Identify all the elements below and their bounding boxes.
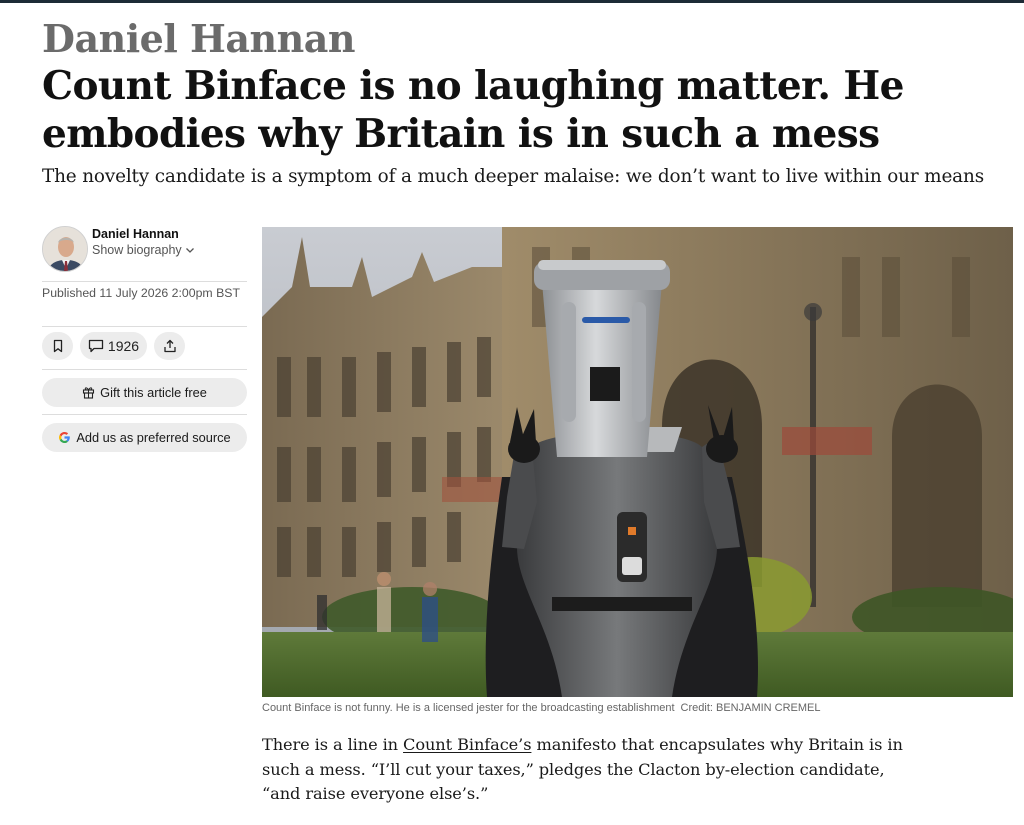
save-button[interactable]: [42, 332, 73, 360]
article-headline: Count Binface is no laughing matter. He …: [42, 63, 904, 157]
author-name[interactable]: Daniel Hannan: [92, 227, 179, 241]
article-actions: 1926: [42, 332, 185, 360]
author-byline: Daniel Hannan Show biography: [42, 226, 247, 274]
author-avatar[interactable]: [42, 226, 88, 272]
gift-icon: [83, 387, 95, 399]
published-date: Published 11 July 2026 2:00pm BST: [42, 286, 241, 300]
bookmark-icon: [53, 339, 62, 353]
gift-article-label: Gift this article free: [100, 385, 207, 400]
preferred-source-label: Add us as preferred source: [76, 430, 231, 445]
article-standfirst: The novelty candidate is a symptom of a …: [42, 166, 984, 187]
comments-button[interactable]: 1926: [80, 332, 147, 360]
sidebar-divider: [42, 281, 247, 282]
gift-article-button[interactable]: Gift this article free: [42, 378, 247, 407]
author-kicker[interactable]: Daniel Hannan: [42, 16, 356, 62]
body-text-lead: There is a line in: [262, 735, 404, 754]
sidebar-divider: [42, 414, 247, 415]
sidebar-divider: [42, 326, 247, 327]
comment-count: 1926: [107, 338, 140, 354]
share-button[interactable]: [154, 332, 185, 360]
article-body-paragraph: There is a line in Count Binface’s manif…: [262, 733, 922, 807]
google-g-icon: [59, 432, 71, 443]
hero-photo: [262, 227, 1013, 697]
preferred-source-button[interactable]: Add us as preferred source: [42, 423, 247, 452]
show-biography-label: Show biography: [92, 243, 182, 257]
image-credit: Credit: BENJAMIN CREMEL: [680, 702, 821, 714]
comment-icon: [88, 339, 104, 353]
top-rule: [0, 0, 1024, 3]
count-binface-link[interactable]: Count Binface’s: [403, 735, 531, 754]
image-caption-text: Count Binface is not funny. He is a lice…: [262, 702, 675, 714]
show-biography-button[interactable]: Show biography: [92, 243, 195, 257]
chevron-down-icon: [185, 248, 194, 253]
sidebar-divider: [42, 369, 247, 370]
share-icon: [163, 339, 176, 353]
image-caption: Count Binface is not funny. He is a lice…: [262, 702, 1022, 714]
